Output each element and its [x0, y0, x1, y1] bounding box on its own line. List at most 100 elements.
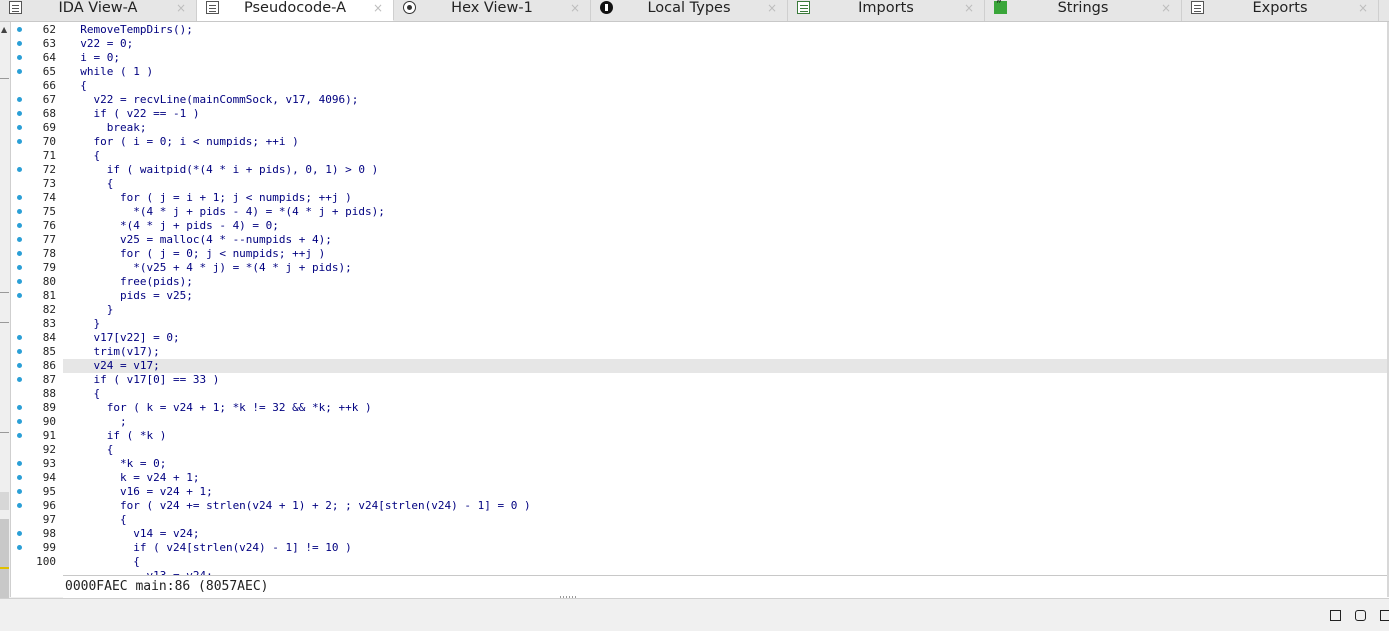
tab-label: Hex View-1	[451, 0, 533, 16]
tab-close-icon[interactable]: ×	[176, 0, 186, 16]
code-line[interactable]: k = v24 + 1;	[63, 471, 1389, 485]
breakpoint-dot-icon[interactable]	[17, 223, 22, 228]
breakpoint-dot-icon[interactable]	[17, 111, 22, 116]
code-line[interactable]: {	[63, 513, 1389, 527]
close-icon[interactable]	[1380, 610, 1389, 621]
code-line[interactable]: if ( v24[strlen(v24) - 1] != 10 )	[63, 541, 1389, 555]
screenshot-icon[interactable]	[1355, 610, 1366, 621]
line-number: 95	[42, 485, 56, 498]
breakpoint-dot-icon[interactable]	[17, 139, 22, 144]
breakpoint-dot-icon[interactable]	[17, 251, 22, 256]
code-line[interactable]: {	[63, 387, 1389, 401]
breakpoint-dot-icon[interactable]	[17, 335, 22, 340]
tab-close-icon[interactable]: ×	[570, 0, 580, 16]
tab-close-icon[interactable]: ×	[373, 0, 383, 16]
code-line[interactable]: v17[v22] = 0;	[63, 331, 1389, 345]
tab-local-types[interactable]: Local Types ×	[591, 0, 788, 21]
breakpoint-dot-icon[interactable]	[17, 433, 22, 438]
code-line[interactable]: break;	[63, 121, 1389, 135]
code-line[interactable]: if ( v22 == -1 )	[63, 107, 1389, 121]
code-line[interactable]: }	[63, 303, 1389, 317]
code-line[interactable]: for ( j = i + 1; j < numpids; ++j )	[63, 191, 1389, 205]
code-line[interactable]: {	[63, 555, 1389, 569]
breakpoint-dot-icon[interactable]	[17, 265, 22, 270]
breakpoint-dot-icon[interactable]	[17, 209, 22, 214]
code-line[interactable]: ;	[63, 415, 1389, 429]
code-line[interactable]: i = 0;	[63, 51, 1389, 65]
tab-imports[interactable]: Imports ×	[788, 0, 985, 21]
code-view[interactable]: RemoveTempDirs(); v22 = 0; i = 0; while …	[63, 22, 1389, 575]
code-line[interactable]: *(4 * j + pids - 4) = 0;	[63, 219, 1389, 233]
code-line[interactable]: v22 = 0;	[63, 37, 1389, 51]
breakpoint-dot-icon[interactable]	[17, 41, 22, 46]
breakpoint-dot-icon[interactable]	[17, 503, 22, 508]
breakpoint-dot-icon[interactable]	[17, 489, 22, 494]
breakpoint-dot-icon[interactable]	[17, 349, 22, 354]
tab-close-icon[interactable]: ×	[767, 0, 777, 16]
code-line[interactable]: for ( j = 0; j < numpids; ++j )	[63, 247, 1389, 261]
breakpoint-dot-icon[interactable]	[17, 279, 22, 284]
tab-pseudocode-a[interactable]: Pseudocode-A ×	[197, 0, 394, 21]
breakpoint-dot-icon[interactable]	[17, 363, 22, 368]
code-line[interactable]: for ( k = v24 + 1; *k != 32 && *k; ++k )	[63, 401, 1389, 415]
breakpoint-dot-icon[interactable]	[17, 69, 22, 74]
line-number-row: 81	[11, 289, 62, 303]
breakpoint-dot-icon[interactable]	[17, 293, 22, 298]
maximize-icon[interactable]	[1330, 610, 1341, 621]
breakpoint-dot-icon[interactable]	[17, 195, 22, 200]
tab-exports[interactable]: Exports ×	[1182, 0, 1379, 21]
code-line[interactable]: *(4 * j + pids - 4) = *(4 * j + pids);	[63, 205, 1389, 219]
code-line[interactable]: {	[63, 443, 1389, 457]
breakpoint-dot-icon[interactable]	[17, 167, 22, 172]
left-scrollbar[interactable]: ▲	[0, 22, 11, 619]
breakpoint-dot-icon[interactable]	[17, 531, 22, 536]
breakpoint-dot-icon[interactable]	[17, 97, 22, 102]
code-line[interactable]: while ( 1 )	[63, 65, 1389, 79]
code-line[interactable]: {	[63, 177, 1389, 191]
line-number: 71	[42, 149, 56, 162]
code-text: trim(v17);	[67, 345, 160, 358]
breakpoint-dot-icon[interactable]	[17, 125, 22, 130]
breakpoint-dot-icon[interactable]	[17, 27, 22, 32]
code-line[interactable]: v22 = recvLine(mainCommSock, v17, 4096);	[63, 93, 1389, 107]
code-text: if ( *k )	[67, 429, 167, 442]
code-line[interactable]: v24 = v17;	[63, 359, 1389, 373]
tab-strings[interactable]: Strings ×	[985, 0, 1182, 21]
tab-close-icon[interactable]: ×	[964, 0, 974, 16]
breakpoint-dot-icon[interactable]	[17, 545, 22, 550]
tab-close-icon[interactable]: ×	[1161, 0, 1171, 16]
code-line[interactable]: for ( i = 0; i < numpids; ++i )	[63, 135, 1389, 149]
line-number: 67	[42, 93, 56, 106]
code-line[interactable]: free(pids);	[63, 275, 1389, 289]
breakpoint-dot-icon[interactable]	[17, 237, 22, 242]
code-line[interactable]: {	[63, 79, 1389, 93]
code-line[interactable]: }	[63, 317, 1389, 331]
breakpoint-dot-icon[interactable]	[17, 461, 22, 466]
code-line[interactable]: trim(v17);	[63, 345, 1389, 359]
scroll-up-arrow-icon[interactable]: ▲	[1, 25, 7, 34]
code-text: }	[67, 303, 114, 316]
code-line[interactable]: for ( v24 += strlen(v24 + 1) + 2; ; v24[…	[63, 499, 1389, 513]
code-line[interactable]: pids = v25;	[63, 289, 1389, 303]
code-line[interactable]: if ( *k )	[63, 429, 1389, 443]
code-line[interactable]: if ( v17[0] == 33 )	[63, 373, 1389, 387]
code-line[interactable]: {	[63, 149, 1389, 163]
breakpoint-dot-icon[interactable]	[17, 377, 22, 382]
line-number-row: 82	[11, 303, 62, 317]
code-line[interactable]: *k = 0;	[63, 457, 1389, 471]
code-line[interactable]: v25 = malloc(4 * --numpids + 4);	[63, 233, 1389, 247]
breakpoint-dot-icon[interactable]	[17, 405, 22, 410]
tab-ida-view-a[interactable]: IDA View-A ×	[0, 0, 197, 21]
code-text: ;	[67, 415, 127, 428]
breakpoint-dot-icon[interactable]	[17, 475, 22, 480]
breakpoint-dot-icon[interactable]	[17, 419, 22, 424]
tab-close-icon[interactable]: ×	[1358, 0, 1368, 16]
code-line[interactable]: if ( waitpid(*(4 * i + pids), 0, 1) > 0 …	[63, 163, 1389, 177]
tab-hex-view-1[interactable]: Hex View-1 ×	[394, 0, 591, 21]
code-line[interactable]: v14 = v24;	[63, 527, 1389, 541]
code-line[interactable]: v16 = v24 + 1;	[63, 485, 1389, 499]
code-line[interactable]: *(v25 + 4 * j) = *(4 * j + pids);	[63, 261, 1389, 275]
line-number: 92	[42, 443, 56, 456]
breakpoint-dot-icon[interactable]	[17, 55, 22, 60]
code-line[interactable]: RemoveTempDirs();	[63, 23, 1389, 37]
